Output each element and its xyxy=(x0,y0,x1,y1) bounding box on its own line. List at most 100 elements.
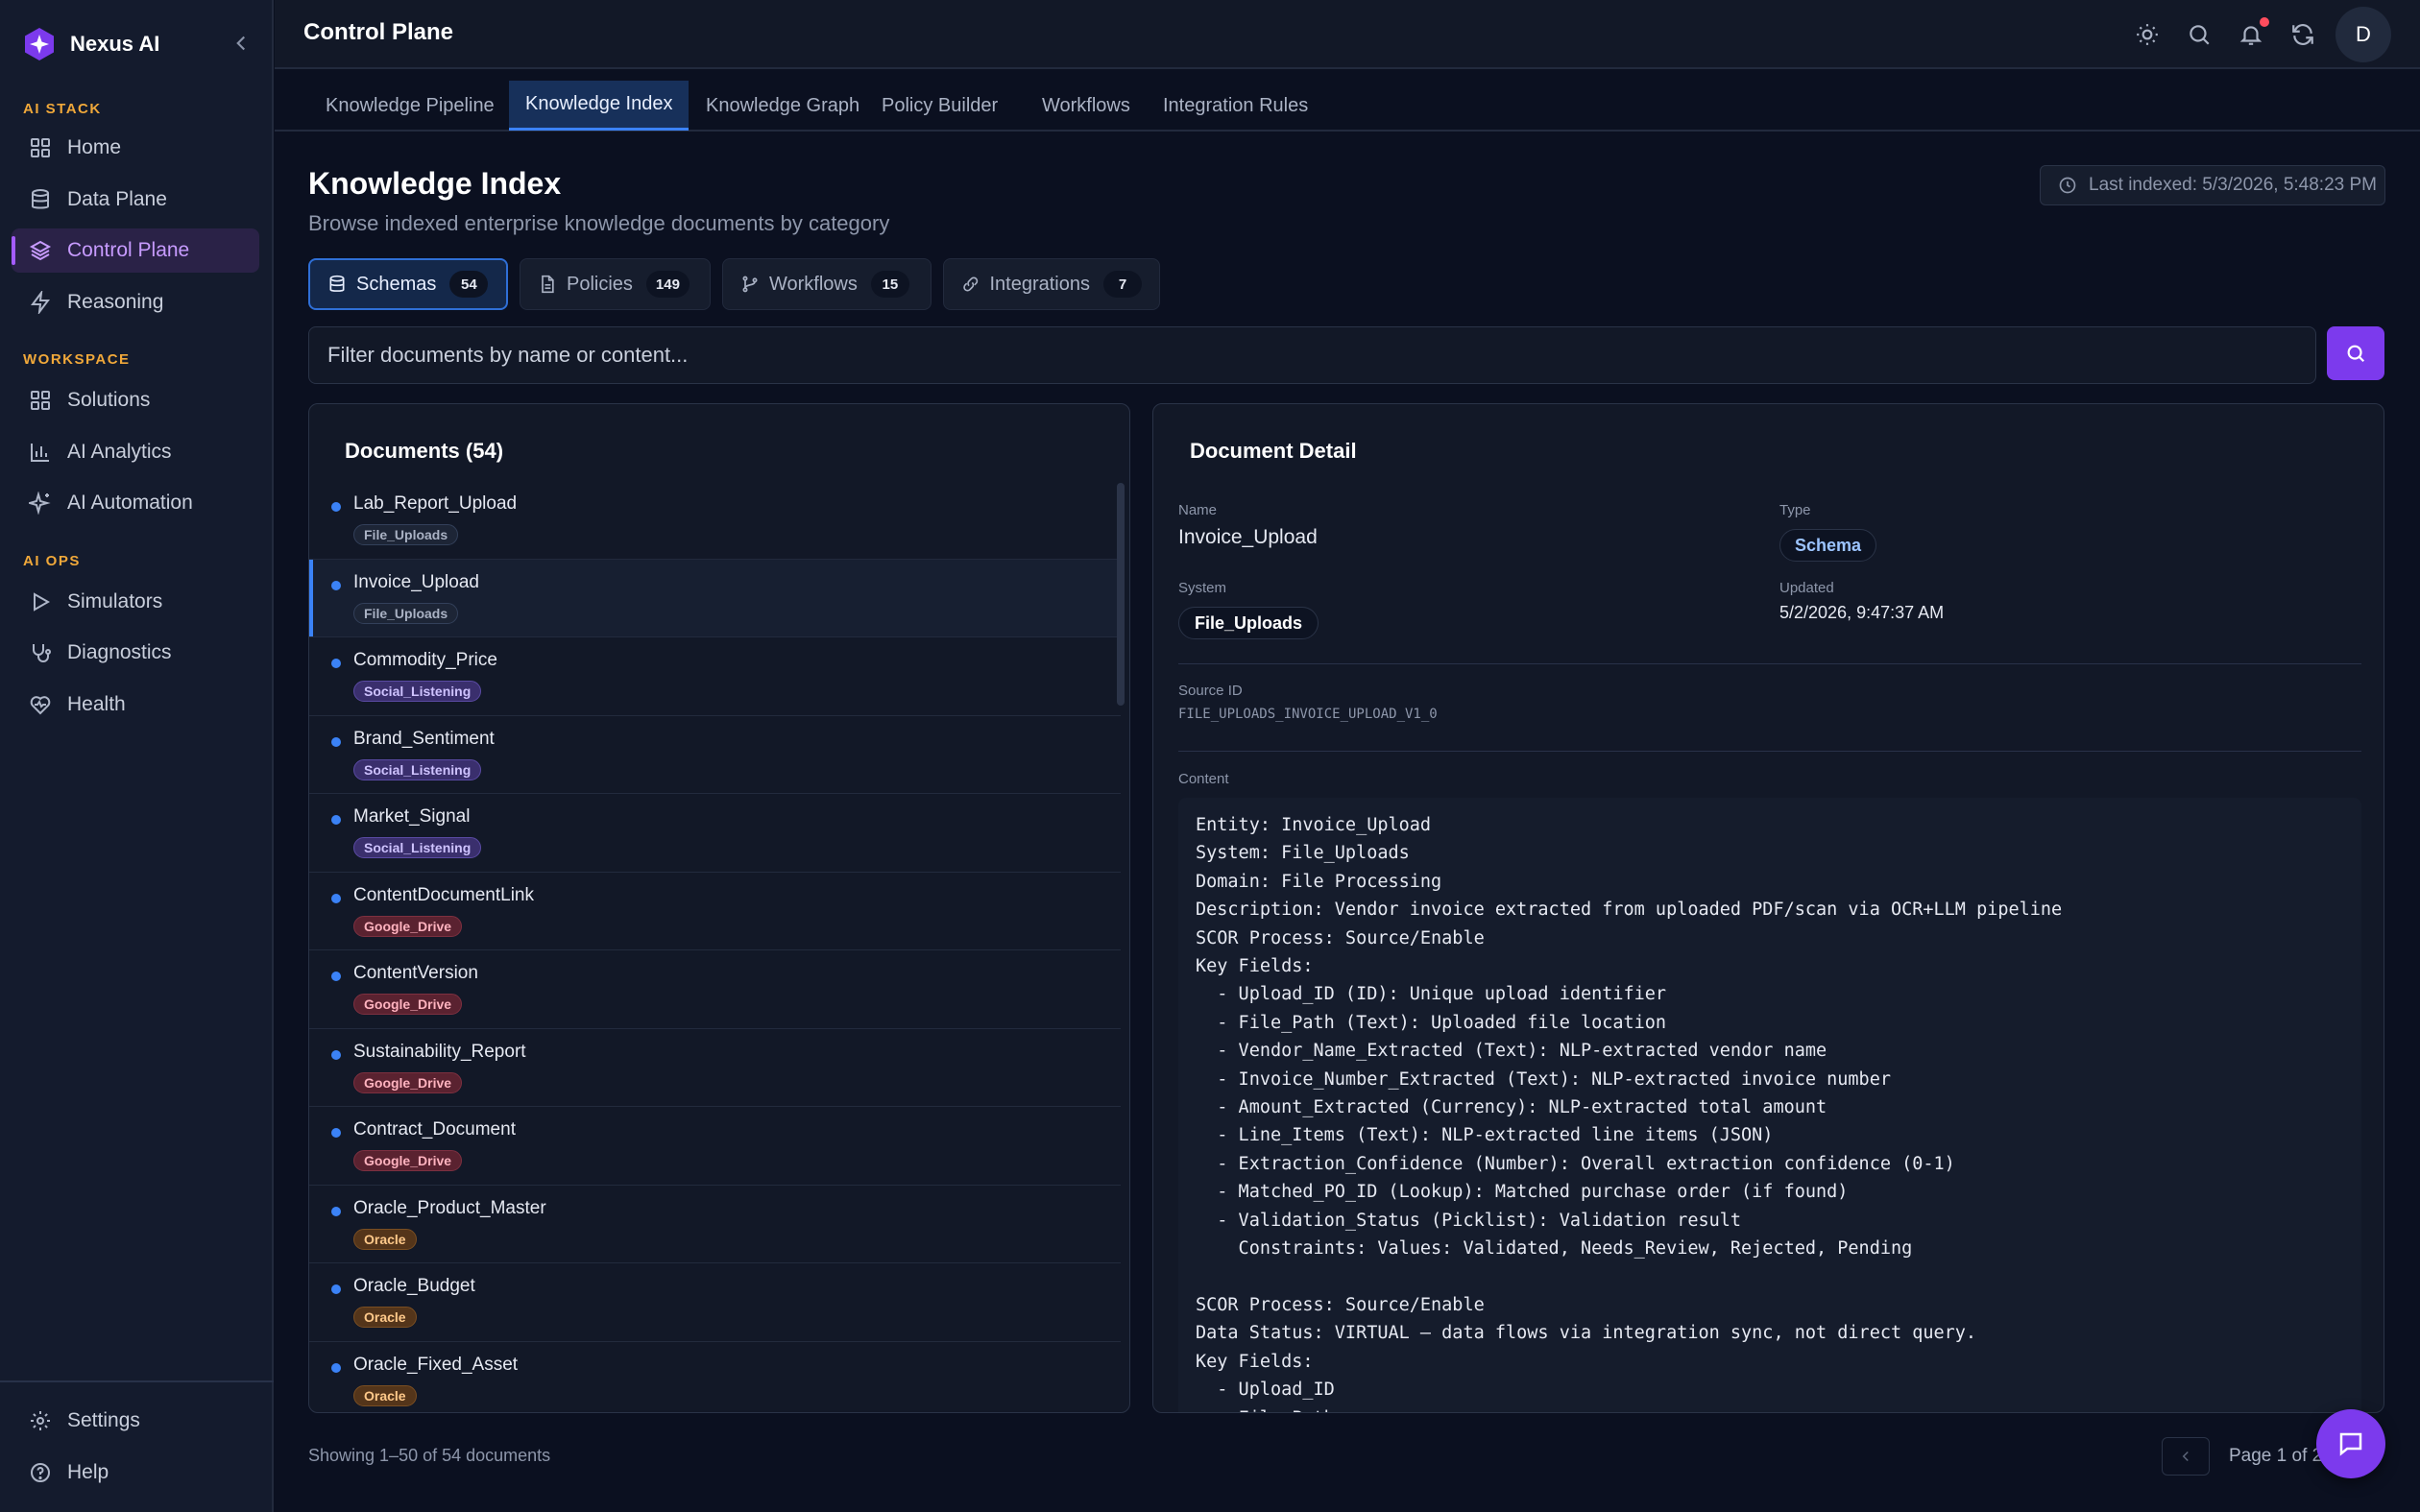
document-row[interactable]: ContentVersion Google_Drive xyxy=(309,950,1121,1029)
sidebar-item-label: Data Plane xyxy=(67,188,167,210)
search-icon[interactable] xyxy=(2187,22,2212,47)
chat-button[interactable] xyxy=(2316,1409,2385,1478)
last-indexed-text: Last indexed: 5/3/2026, 5:48:23 PM xyxy=(2089,175,2377,195)
sidebar-item-control-plane[interactable]: Control Plane xyxy=(12,228,259,273)
collapse-sidebar-icon[interactable] xyxy=(229,31,254,56)
heart-pulse-icon xyxy=(30,696,51,715)
tab-knowledge-pipeline[interactable]: Knowledge Pipeline xyxy=(309,81,511,131)
sidebar-divider xyxy=(0,1380,274,1382)
brand[interactable]: Nexus AI xyxy=(21,25,159,63)
sidebar-item-simulators[interactable]: Simulators xyxy=(12,580,259,624)
category-label: Integrations xyxy=(989,273,1090,295)
updated-value: 5/2/2026, 9:47:37 AM xyxy=(1779,603,1945,622)
sidebar-item-ai-automation[interactable]: AI Automation xyxy=(12,481,259,525)
tab-workflows[interactable]: Workflows xyxy=(1026,81,1147,131)
system-tag: Oracle xyxy=(353,1228,417,1250)
document-row[interactable]: Contract_Document Google_Drive xyxy=(309,1107,1121,1186)
user-avatar[interactable]: D xyxy=(2335,7,2391,62)
system-tag: Social_Listening xyxy=(353,681,482,702)
category-workflows[interactable]: Workflows 15 xyxy=(722,258,932,310)
document-detail-panel: Document Detail Name Invoice_Upload Type… xyxy=(1152,403,2384,1413)
updated-label: Updated xyxy=(1779,580,1834,596)
document-row[interactable]: Lab_Report_Upload File_Uploads xyxy=(309,481,1121,560)
document-row[interactable]: Oracle_Fixed_Asset Oracle xyxy=(309,1342,1121,1413)
documents-scrollbar[interactable] xyxy=(1117,483,1125,706)
tab-knowledge-index[interactable]: Knowledge Index xyxy=(509,81,690,131)
page-title: Knowledge Index xyxy=(308,166,562,201)
filter-input[interactable] xyxy=(308,326,2316,384)
status-dot xyxy=(331,1128,341,1138)
sidebar-item-reasoning[interactable]: Reasoning xyxy=(12,280,259,324)
category-integrations[interactable]: Integrations 7 xyxy=(943,258,1160,310)
sidebar-item-health[interactable]: Health xyxy=(12,683,259,727)
document-row[interactable]: ContentDocumentLink Google_Drive xyxy=(309,873,1121,950)
notification-dot xyxy=(2260,17,2269,27)
content-box[interactable]: Entity: Invoice_Upload System: File_Uplo… xyxy=(1178,798,2361,1412)
bolt-icon xyxy=(31,291,50,314)
tab-integration-rules[interactable]: Integration Rules xyxy=(1147,81,1324,131)
last-indexed-badge: Last indexed: 5/3/2026, 5:48:23 PM xyxy=(2040,165,2385,205)
status-dot xyxy=(331,1049,341,1060)
sidebar-item-ai-analytics[interactable]: AI Analytics xyxy=(12,430,259,474)
layers-icon xyxy=(29,240,52,261)
document-row[interactable]: Sustainability_Report Google_Drive xyxy=(309,1029,1121,1107)
status-dot xyxy=(331,893,341,903)
document-name: Contract_Document xyxy=(353,1119,516,1140)
status-dot xyxy=(331,736,341,747)
sidebar-item-data-plane[interactable]: Data Plane xyxy=(12,178,259,222)
section-label-ai-ops: AI OPS xyxy=(23,553,81,569)
section-label-workspace: WORKSPACE xyxy=(23,351,131,368)
document-row[interactable]: Market_Signal Social_Listening xyxy=(309,794,1121,873)
sidebar-item-home[interactable]: Home xyxy=(12,126,259,170)
sidebar-item-settings[interactable]: Settings xyxy=(12,1399,259,1443)
sidebar-item-label: AI Analytics xyxy=(67,441,172,463)
top-header: Control Plane D xyxy=(275,0,2420,69)
system-tag: Google_Drive xyxy=(353,1071,463,1093)
status-dot xyxy=(331,815,341,825)
category-policies[interactable]: Policies 149 xyxy=(520,258,711,310)
refresh-icon[interactable] xyxy=(2290,22,2315,47)
prev-page-button[interactable] xyxy=(2162,1437,2210,1476)
sidebar-item-label: Simulators xyxy=(67,590,163,612)
type-badge: Schema xyxy=(1779,529,1877,562)
bell-icon[interactable] xyxy=(2238,22,2263,47)
name-value: Invoice_Upload xyxy=(1178,526,1318,548)
system-tag: Oracle xyxy=(353,1307,417,1328)
system-badge: File_Uploads xyxy=(1178,607,1319,639)
sidebar-item-label: Solutions xyxy=(67,389,151,411)
document-row[interactable]: Brand_Sentiment Social_Listening xyxy=(309,716,1121,794)
git-branch-icon xyxy=(742,276,758,293)
system-label: System xyxy=(1178,580,1227,596)
document-row[interactable]: Invoice_Upload File_Uploads xyxy=(309,559,1121,637)
nexus-logo-icon xyxy=(25,28,54,60)
document-name: Commodity_Price xyxy=(353,650,497,670)
search-button[interactable] xyxy=(2327,326,2384,380)
sidebar-item-label: Health xyxy=(67,693,126,715)
content-text: Entity: Invoice_Upload System: File_Uplo… xyxy=(1196,815,2063,1412)
sun-icon[interactable] xyxy=(2135,22,2160,47)
page-subtitle: Browse indexed enterprise knowledge docu… xyxy=(308,211,890,235)
document-name: Invoice_Upload xyxy=(353,571,479,592)
sidebar-item-solutions[interactable]: Solutions xyxy=(12,378,259,422)
sidebar-item-diagnostics[interactable]: Diagnostics xyxy=(12,631,259,675)
search-icon xyxy=(2347,345,2365,363)
system-tag: Google_Drive xyxy=(353,994,463,1015)
category-schemas[interactable]: Schemas 54 xyxy=(308,258,508,310)
grid-icon xyxy=(31,138,50,157)
link-icon xyxy=(963,276,979,292)
sidebar: Nexus AI AI STACK Home Data Plane Contro… xyxy=(0,0,274,1512)
page-indicator: Page 1 of 2 xyxy=(2229,1446,2323,1466)
status-dot xyxy=(331,659,341,668)
category-count: 149 xyxy=(645,271,690,298)
stethoscope-icon xyxy=(33,644,51,662)
document-row[interactable]: Commodity_Price Social_Listening xyxy=(309,637,1121,716)
bar-chart-icon xyxy=(31,444,49,462)
tab-knowledge-graph[interactable]: Knowledge Graph xyxy=(690,81,876,131)
status-dot xyxy=(331,972,341,981)
document-row[interactable]: Oracle_Budget Oracle xyxy=(309,1263,1121,1342)
tab-policy-builder[interactable]: Policy Builder xyxy=(865,81,1014,131)
sidebar-item-help[interactable]: Help xyxy=(12,1451,259,1495)
document-name: Lab_Report_Upload xyxy=(353,493,518,514)
document-row[interactable]: Oracle_Product_Master Oracle xyxy=(309,1186,1121,1263)
section-label-ai-stack: AI STACK xyxy=(23,101,102,117)
